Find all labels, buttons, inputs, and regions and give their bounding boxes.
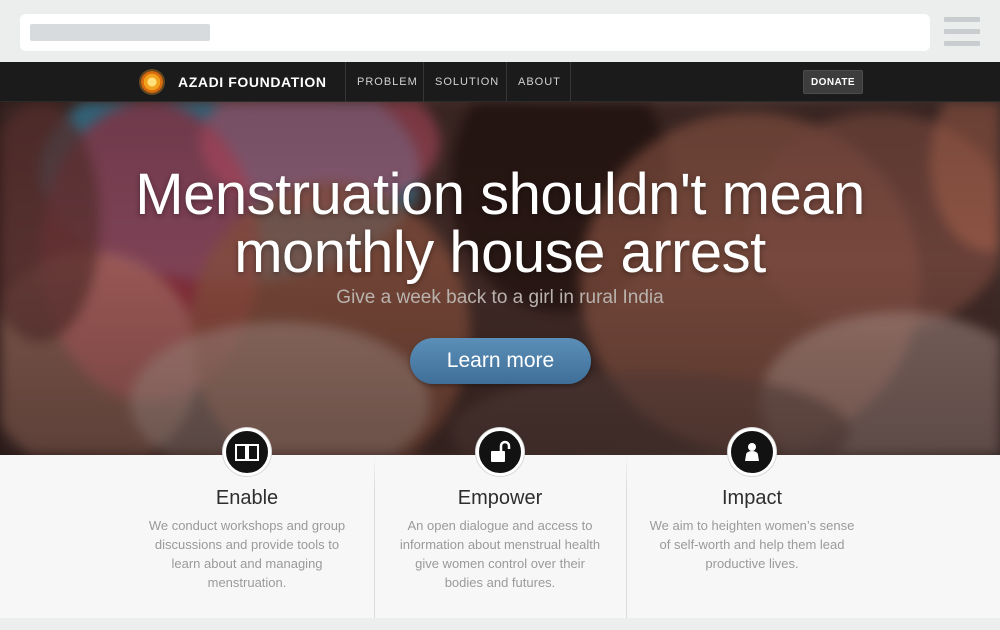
nav-link-problem[interactable]: PROBLEM bbox=[357, 76, 418, 88]
feature-title: Empower bbox=[457, 487, 543, 509]
feature-line: information about menstrual health bbox=[399, 537, 601, 552]
hero-headline-line1: Menstruation shouldn't mean bbox=[135, 162, 865, 227]
nav-link-solution[interactable]: SOLUTION bbox=[435, 76, 499, 88]
feature-description: An open dialogue and access to informati… bbox=[375, 516, 625, 592]
feature-line: productive lives. bbox=[705, 556, 799, 571]
feature-description: We aim to heighten women’s sense of self… bbox=[627, 516, 877, 573]
website-viewport: AZADI FOUNDATION PROBLEM SOLUTION ABOUT … bbox=[0, 62, 1000, 618]
donate-button[interactable]: DONATE bbox=[803, 70, 863, 94]
hero-subheadline: Give a week back to a girl in rural Indi… bbox=[336, 287, 664, 308]
unlock-icon bbox=[476, 428, 524, 476]
feature-description: We conduct workshops and group discussio… bbox=[122, 516, 372, 592]
address-bar[interactable] bbox=[20, 14, 930, 51]
features-section: Enable We conduct workshops and group di… bbox=[0, 428, 1000, 618]
feature-title: Impact bbox=[721, 487, 783, 509]
feature-line: of self-worth and help them lead bbox=[659, 537, 845, 552]
nav-divider bbox=[423, 62, 424, 102]
nav-divider bbox=[345, 62, 346, 102]
top-navigation: AZADI FOUNDATION PROBLEM SOLUTION ABOUT … bbox=[0, 62, 1000, 102]
nav-divider bbox=[570, 62, 571, 102]
nav-divider bbox=[506, 62, 507, 102]
book-icon bbox=[223, 428, 271, 476]
feature-line: We conduct workshops and group bbox=[148, 518, 346, 533]
person-icon bbox=[728, 428, 776, 476]
feature-line: bodies and futures. bbox=[444, 575, 556, 590]
feature-line: discussions and provide tools to bbox=[154, 537, 340, 552]
feature-line: We aim to heighten women’s sense bbox=[649, 518, 855, 533]
feature-line: An open dialogue and access to bbox=[407, 518, 593, 533]
feature-title: Enable bbox=[215, 487, 279, 509]
feature-line: menstruation. bbox=[207, 575, 287, 590]
menu-icon[interactable] bbox=[944, 17, 980, 47]
logo-icon[interactable] bbox=[141, 71, 163, 93]
nav-link-about[interactable]: ABOUT bbox=[518, 76, 561, 88]
feature-line: learn about and managing bbox=[171, 556, 323, 571]
learn-more-button[interactable]: Learn more bbox=[410, 338, 591, 384]
hero-headline-line2: monthly house arrest bbox=[234, 220, 766, 285]
hero-headline: Menstruation shouldn't mean monthly hous… bbox=[0, 166, 1000, 282]
hero-section: Menstruation shouldn't mean monthly hous… bbox=[0, 102, 1000, 455]
feature-line: give women control over their bbox=[415, 556, 585, 571]
address-placeholder bbox=[30, 24, 210, 41]
brand-name[interactable]: AZADI FOUNDATION bbox=[178, 74, 327, 90]
